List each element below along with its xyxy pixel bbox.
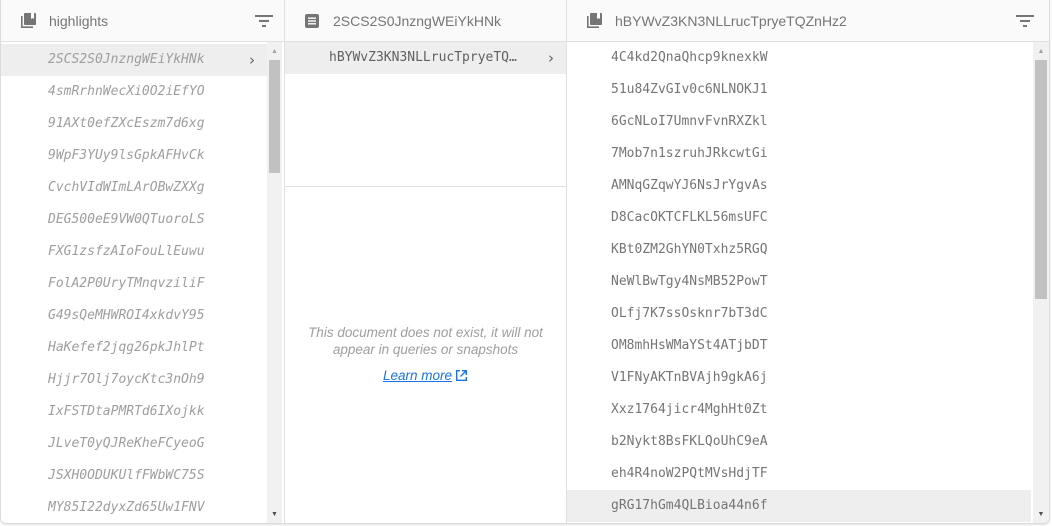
document-list: 2SCS2S0JnzngWEiYkHNk › 4smRrhnWecXi0O2iEfY… (1, 42, 284, 523)
document-list-item[interactable]: 91AXt0efZXcEszm7d6xg (1, 108, 267, 140)
subcollection-name: hBYWvZ3KN3NLLrucTpryeTQ… (329, 50, 517, 65)
filter-button[interactable] (244, 1, 284, 41)
document-list-item[interactable]: Xxz1764jicr4MghHt0Zt (567, 394, 1031, 426)
document-list-item[interactable]: KBt0ZM2GhYN0Txhz5RGQ (567, 234, 1031, 266)
document-header: 2SCS2S0JnzngWEiYkHNk (285, 0, 566, 42)
document-id: G49sQeMHWROI4xkdvY95 (48, 308, 205, 323)
document-list-item[interactable]: DEG500eE9VW0QTuoroLS (1, 204, 267, 236)
document-id: NeWlBwTgy4NsMB52PowT (611, 274, 768, 289)
document-list-item[interactable]: FolA2P0UryTMnqvziliF (1, 268, 267, 300)
subcollection-item[interactable]: hBYWvZ3KN3NLLrucTpryeTQ… › (285, 42, 566, 74)
document-id: 91AXt0efZXcEszm7d6xg (48, 116, 205, 131)
document-id: AMNqGZqwYJ6NsJrYgvAs (611, 178, 768, 193)
firestore-data-viewer: highlights 2SCS2S0JnzngWEiYkHNk › 4smRrhnW… (0, 0, 1050, 524)
document-list-item[interactable]: V1FNyAKTnBVAjh9gkA6j (567, 362, 1031, 394)
document-id: gRG17hGm4QLBioa44n6f (611, 498, 768, 513)
document-id: HaKefef2jqg26pkJhlPt (48, 340, 205, 355)
document-id: OLfj7K7ssOsknr7bT3dC (611, 306, 768, 321)
document-id: FolA2P0UryTMnqvziliF (48, 276, 205, 291)
scroll-down-arrow-icon[interactable]: ▼ (1033, 507, 1049, 521)
document-id: 51u84ZvGIv0c6NLNOKJ1 (611, 82, 768, 97)
external-link-icon (455, 369, 468, 382)
document-list-item[interactable]: 51u84ZvGIv0c6NLNOKJ1 (567, 74, 1031, 106)
document-list-item[interactable]: NeWlBwTgy4NsMB52PowT (567, 266, 1031, 298)
document-list-item[interactable]: AMNqGZqwYJ6NsJrYgvAs (567, 170, 1031, 202)
collection-header: highlights (1, 0, 284, 42)
collection-title: highlights (49, 12, 109, 29)
document-id: 6GcNLoI7UmnvFvnRXZkl (611, 114, 768, 129)
document-list-item[interactable]: JLveT0yQJReKheFCyeoG (1, 428, 267, 460)
learn-more-link[interactable]: Learn more (383, 367, 468, 384)
collection-panel: highlights 2SCS2S0JnzngWEiYkHNk › 4smRrhnW… (1, 0, 285, 523)
document-id: 2SCS2S0JnzngWEiYkHNk (48, 52, 205, 67)
document-content: hBYWvZ3KN3NLLrucTpryeTQ… › This document… (285, 42, 566, 523)
scrollbar[interactable]: ▲ ▼ (267, 42, 282, 523)
scrollbar[interactable]: ▲ ▼ (1033, 42, 1049, 523)
document-list-item[interactable]: JSXH0ODUKUlfFWbWC75S (1, 460, 267, 492)
filter-button[interactable] (1005, 1, 1045, 41)
document-list-item[interactable]: FXG1zsfzAIoFouLlEuwu (1, 236, 267, 268)
document-id: IxFSTDtaPMRTd6IXojkk (48, 404, 205, 419)
document-icon (303, 12, 321, 30)
document-id: FXG1zsfzAIoFouLlEuwu (48, 244, 205, 259)
subcollection-header: hBYWvZ3KN3NLLrucTpryeTQZnHz2 (567, 0, 1049, 42)
subcollection-panel: hBYWvZ3KN3NLLrucTpryeTQZnHz2 4C4kd2QnaQh… (567, 0, 1049, 523)
document-id: DEG500eE9VW0QTuoroLS (48, 212, 205, 227)
chevron-right-icon: › (249, 51, 255, 69)
document-list-item[interactable]: 7Mob7n1szruhJRkcwtGi (567, 138, 1031, 170)
empty-state: This document does not exist, it will no… (285, 324, 566, 384)
document-list-item[interactable]: 9WpF3YUy9lsGpkAFHvCk (1, 140, 267, 172)
subcollection-document-list: 4C4kd2QnaQhcp9knexkW 51u84ZvGIv0c6NLNOKJ1… (567, 42, 1049, 523)
filter-icon (255, 14, 273, 27)
document-list-item[interactable]: IxFSTDtaPMRTd6IXojkk (1, 396, 267, 428)
filter-icon (1016, 14, 1034, 27)
document-id: Xxz1764jicr4MghHt0Zt (611, 402, 768, 417)
document-list-item[interactable]: eh4R4noW2PQtMVsHdjTF (567, 458, 1031, 490)
document-id: MY85I22dyxZd65Uw1FNV (48, 500, 205, 515)
learn-more-label: Learn more (382, 368, 453, 383)
document-list-item[interactable]: OM8mhHsWMaYSt4ATjbDT (567, 330, 1031, 362)
document-id: KBt0ZM2GhYN0Txhz5RGQ (611, 242, 768, 257)
document-id: b2Nykt8BsFKLQoUhC9eA (611, 434, 768, 449)
document-list-item[interactable]: Hjjr7Olj7oycKtc3nOh9 (1, 364, 267, 396)
document-id: 4smRrhnWecXi0O2iEfYO (48, 84, 205, 99)
document-list-item[interactable]: G49sQeMHWROI4xkdvY95 (1, 300, 267, 332)
document-list-item[interactable]: gRG17hGm4QLBioa44n6f (567, 490, 1031, 522)
document-id: JLveT0yQJReKheFCyeoG (48, 436, 205, 451)
subcollection-title: hBYWvZ3KN3NLLrucTpryeTQZnHz2 (615, 12, 847, 29)
document-list-item[interactable]: 4C4kd2QnaQhcp9knexkW (567, 42, 1031, 74)
document-list-item[interactable]: D8CacOKTCFLKL56msUFC (567, 202, 1031, 234)
document-id: 4C4kd2QnaQhcp9knexkW (611, 50, 768, 65)
collection-icon (19, 12, 37, 30)
scroll-down-arrow-icon[interactable]: ▼ (267, 507, 282, 521)
scroll-up-arrow-icon[interactable]: ▲ (1033, 44, 1049, 58)
document-list-item[interactable]: 2SCS2S0JnzngWEiYkHNk › (1, 44, 267, 76)
document-id: 9WpF3YUy9lsGpkAFHvCk (48, 148, 205, 163)
scrollbar-thumb[interactable] (269, 60, 280, 173)
document-title: 2SCS2S0JnzngWEiYkHNk (333, 12, 502, 29)
document-id: eh4R4noW2PQtMVsHdjTF (611, 466, 768, 481)
document-list-item[interactable]: 4smRrhnWecXi0O2iEfYO (1, 76, 267, 108)
scroll-up-arrow-icon[interactable]: ▲ (267, 44, 282, 58)
document-id: D8CacOKTCFLKL56msUFC (611, 210, 768, 225)
document-id: Hjjr7Olj7oycKtc3nOh9 (48, 372, 205, 387)
document-list-item[interactable]: HaKefef2jqg26pkJhlPt (1, 332, 267, 364)
document-list-item[interactable]: b2Nykt8BsFKLQoUhC9eA (567, 426, 1031, 458)
document-list-item[interactable]: CvchVIdWImLArOBwZXXg (1, 172, 267, 204)
document-id: 7Mob7n1szruhJRkcwtGi (611, 146, 768, 161)
document-id: V1FNyAKTnBVAjh9gkA6j (611, 370, 768, 385)
chevron-right-icon: › (548, 49, 554, 67)
scrollbar-thumb[interactable] (1035, 60, 1047, 299)
document-id: OM8mhHsWMaYSt4ATjbDT (611, 338, 768, 353)
document-id: CvchVIdWImLArOBwZXXg (48, 180, 205, 195)
document-id: JSXH0ODUKUlfFWbWC75S (48, 468, 205, 483)
document-list-item[interactable]: OLfj7K7ssOsknr7bT3dC (567, 298, 1031, 330)
document-list-item[interactable]: MY85I22dyxZd65Uw1FNV (1, 492, 267, 523)
document-list-item[interactable]: 6GcNLoI7UmnvFvnRXZkl (567, 106, 1031, 138)
collection-icon (585, 12, 603, 30)
document-panel: 2SCS2S0JnzngWEiYkHNk hBYWvZ3KN3NLLrucTpr… (285, 0, 567, 523)
empty-message: This document does not exist, it will no… (308, 325, 543, 357)
